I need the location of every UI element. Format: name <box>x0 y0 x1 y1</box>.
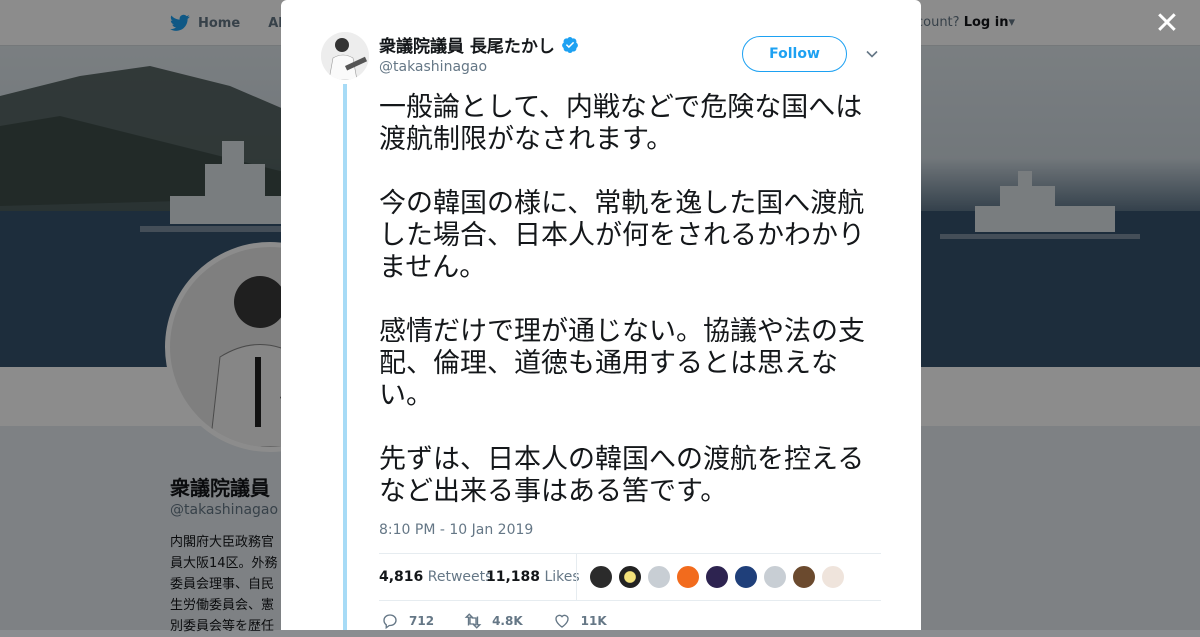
liker-avatar[interactable] <box>647 565 671 589</box>
tweet-text: 一般論として、内戦などで危険な国へは渡航制限がなされます。 今の韓国の様に、常軌… <box>379 92 865 507</box>
thread-line <box>343 84 347 630</box>
retweet-button[interactable]: 4.8K <box>464 612 523 630</box>
close-icon[interactable]: ✕ <box>1152 9 1182 40</box>
reply-count: 712 <box>409 614 435 628</box>
liker-avatar[interactable] <box>618 565 642 589</box>
verified-badge-icon <box>562 36 578 53</box>
chevron-down-icon[interactable] <box>864 46 880 62</box>
liker-avatar[interactable] <box>821 565 845 589</box>
like-count: 11K <box>580 614 607 628</box>
likes-stat[interactable]: 11,188 Likes <box>486 569 580 585</box>
likes-count: 11,188 <box>486 569 541 585</box>
liker-avatar[interactable] <box>792 565 816 589</box>
tweet-modal: 衆議院議員 長尾たかし @takashinagao Follow 一般論として、… <box>281 0 921 630</box>
liker-avatar[interactable] <box>734 565 758 589</box>
retweet-icon <box>464 613 482 629</box>
follow-button[interactable]: Follow <box>742 36 847 72</box>
liker-avatars <box>589 565 845 589</box>
author-photo <box>321 32 369 80</box>
tweet-actions: 712 4.8K 11K <box>381 612 607 630</box>
retweets-label: Retweets <box>427 569 493 585</box>
likes-label: Likes <box>544 569 580 585</box>
liker-avatar[interactable] <box>705 565 729 589</box>
liker-avatar[interactable] <box>676 565 700 589</box>
author-name: 衆議院議員 長尾たかし <box>379 37 555 57</box>
retweet-count: 4.8K <box>492 614 523 628</box>
reply-button[interactable]: 712 <box>381 612 434 630</box>
heart-icon <box>554 614 569 628</box>
author-name-row[interactable]: 衆議院議員 長尾たかし <box>379 32 579 57</box>
author-handle[interactable]: @takashinagao <box>379 59 487 75</box>
reply-icon <box>383 614 397 630</box>
liker-avatar[interactable] <box>763 565 787 589</box>
retweets-count: 4,816 <box>379 569 424 585</box>
tweet-timestamp[interactable]: 8:10 PM - 10 Jan 2019 <box>379 522 533 538</box>
like-button[interactable]: 11K <box>553 612 607 630</box>
tweet-stats: 4,816 Retweets 11,188 Likes <box>379 553 881 601</box>
stats-divider <box>576 554 577 600</box>
author-avatar[interactable] <box>321 32 369 80</box>
liker-avatar[interactable] <box>589 565 613 589</box>
retweets-stat[interactable]: 4,816 Retweets <box>379 569 492 585</box>
